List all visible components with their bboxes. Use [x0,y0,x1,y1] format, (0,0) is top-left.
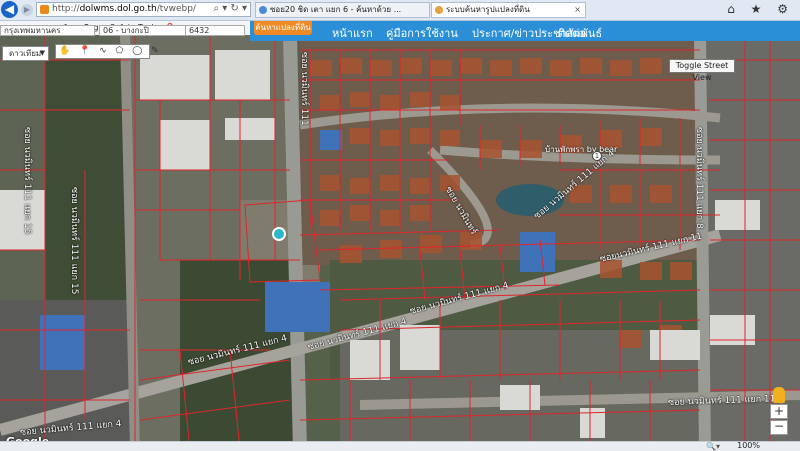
tab-label: ระบบค้นหารูปแปลงที่ดิน [446,5,530,14]
search-parcel-button[interactable]: ค้นหาแปลงที่ดิน [254,21,312,35]
tab-land-parcel-search[interactable]: ระบบค้นหารูปแปลงที่ดิน × [431,2,586,18]
map-type-select[interactable]: ดาวเทียม ▼ [2,46,49,61]
nav-manual[interactable]: คู่มือการใช้งาน [386,24,458,42]
tab-favicon-icon [435,6,443,14]
site-navigation: ค้นหาแปลงที่ดิน หน้าแรก คู่มือการใช้งาน … [250,21,800,41]
drawing-tools[interactable]: ✋ 📍 ∿ ⬠ ◯ ✎ [55,44,159,59]
chevron-down-icon: ▼ [39,49,45,57]
parcel-number-input[interactable]: 6432 [185,25,245,36]
back-arrow-icon[interactable]: ◀ [1,1,18,18]
nav-home[interactable]: หน้าแรก [332,24,373,42]
address-bar[interactable]: http://dolwms.dol.go.th/tvwebp/ ⌕ ▾ ↻ ▾ [36,2,251,17]
tab-label: ซอย20 ชิด เตา แยก 6 - ค้นหาด้วย ... [270,5,402,14]
location-marker-icon[interactable] [272,227,286,241]
url-path: /tvwebp/ [156,4,196,14]
address-actions-icon[interactable]: ⌕ ▾ ↻ ▾ [213,3,247,14]
road-label: ซอย นวมินทร์ 111 แยก 15 [22,127,32,235]
road-label: ซอย นวมินทร์ 111 [299,52,309,126]
address-url: http://dolwms.dol.go.th/tvwebp/ [52,4,196,14]
close-tab-icon[interactable]: × [574,3,581,17]
site-favicon-icon [40,5,49,14]
tab-search-results[interactable]: ซอย20 ชิด เตา แยก 6 - ค้นหาด้วย ... [255,2,430,18]
street-view-pegman-icon[interactable] [773,387,785,403]
zoom-level[interactable]: 100% [737,441,760,450]
tab-favicon-icon [259,6,267,14]
nav-contact[interactable]: ติดต่อ [558,24,586,42]
zoom-in-button[interactable]: + [770,404,788,419]
url-host: dolwms.dol.go.th [79,4,157,14]
url-prefix: http:// [52,4,80,14]
toggle-street-view-button[interactable]: Toggle Street View [669,59,735,82]
browser-toolbar: ◀ ▶ http://dolwms.dol.go.th/tvwebp/ ⌕ ▾ … [0,0,800,21]
province-select[interactable]: กรุงเทพมหานคร [0,25,95,36]
district-select[interactable]: 06 - บางกะปิ [99,25,199,36]
road-label: ซอย นวมินทร์ 111 แยก 15 [69,187,79,295]
road-label: ซอย นวมินทร์ 111 แยก 8 [694,127,704,229]
forward-arrow-icon[interactable]: ▶ [21,4,33,16]
zoom-out-button[interactable]: − [770,420,788,435]
map-type-label: ดาวเทียม [9,49,42,58]
browser-home-favorites-settings-icon[interactable]: ⌂ ★ ⚙ [727,2,794,16]
